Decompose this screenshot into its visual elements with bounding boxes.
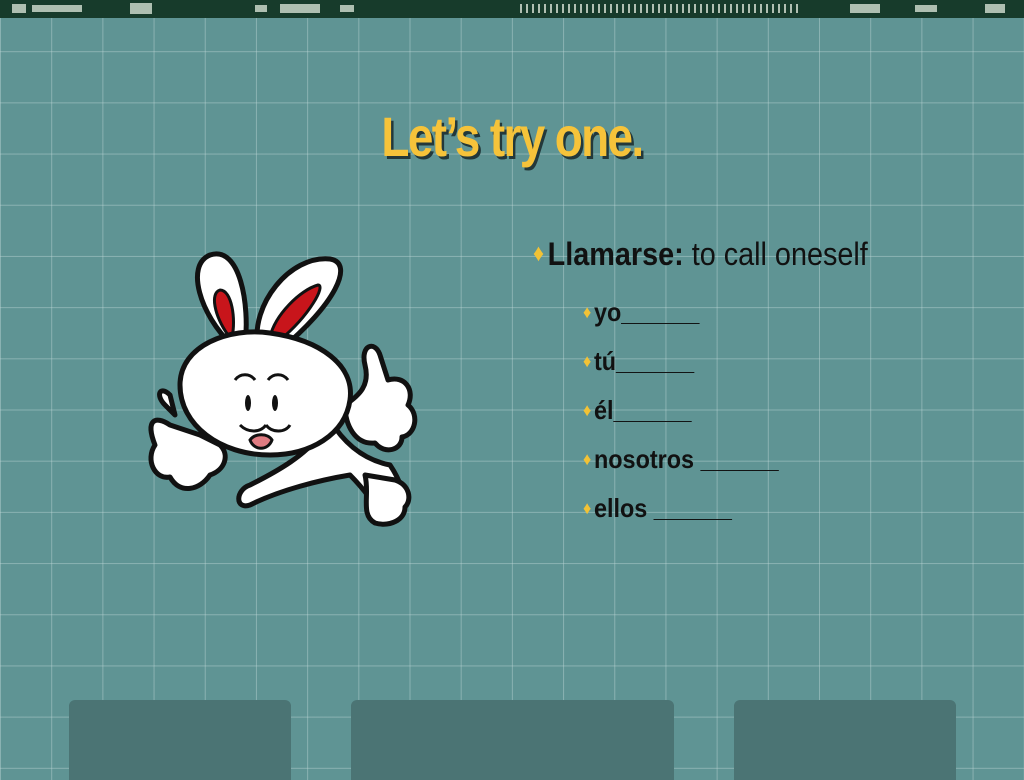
diamond-bullet-icon: ♦ — [583, 449, 592, 469]
diamond-bullet-icon: ♦ — [583, 302, 592, 322]
diamond-bullet-icon: ♦ — [533, 240, 545, 267]
list-item: ♦ nosotros ______ — [583, 435, 970, 484]
diamond-bullet-icon: ♦ — [583, 498, 592, 518]
conjugation-prompt-ellos: ellos ______ — [593, 493, 732, 523]
bottom-tab-right — [734, 700, 956, 780]
bottom-tab-center — [351, 700, 674, 780]
list-item: ♦ ellos ______ — [583, 484, 970, 533]
list-item: ♦ tú______ — [583, 337, 970, 386]
slide-title: Let’s try one. — [381, 105, 644, 168]
diamond-bullet-icon: ♦ — [583, 351, 592, 371]
conjugation-prompt-nosotros: nosotros ______ — [593, 444, 779, 474]
content-bullets: ♦ Llamarse: to call oneself ♦ yo______ ♦… — [533, 232, 1013, 533]
main-bullet: ♦ Llamarse: to call oneself — [533, 232, 965, 276]
list-item: ♦ él______ — [583, 386, 970, 435]
circuit-board-strip — [0, 0, 1024, 18]
vocab-term: Llamarse: — [547, 235, 684, 272]
vocab-definition: to call oneself — [683, 235, 868, 272]
conjugation-prompt-el: él______ — [593, 395, 692, 425]
bottom-tab-left — [69, 700, 291, 780]
diamond-bullet-icon: ♦ — [583, 400, 592, 420]
rabbit-clipart — [148, 251, 418, 527]
conjugation-list: ♦ yo______ ♦ tú______ ♦ él______ ♦ nosot… — [533, 288, 1013, 533]
conjugation-prompt-yo: yo______ — [593, 297, 700, 327]
list-item: ♦ yo______ — [583, 288, 970, 337]
conjugation-prompt-tu: tú______ — [593, 346, 695, 376]
